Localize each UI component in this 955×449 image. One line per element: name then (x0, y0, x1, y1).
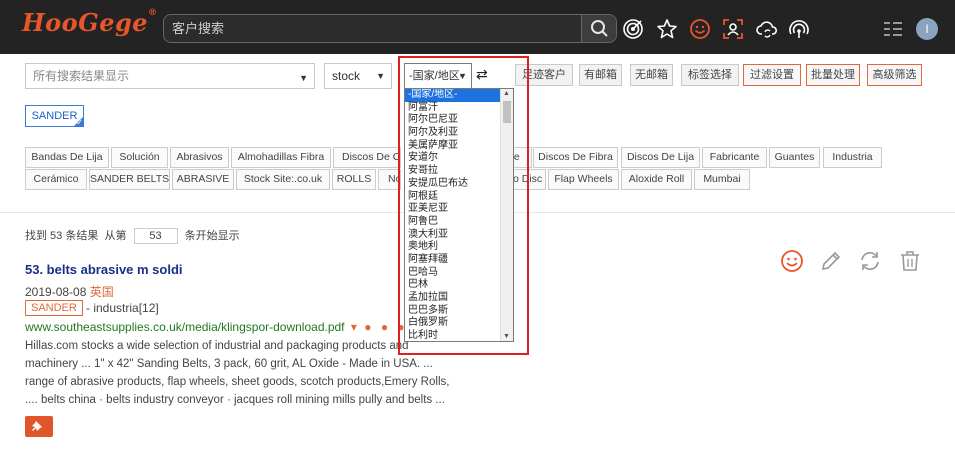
snippet-line: range of abrasive products, flap wheels,… (25, 376, 450, 388)
search-icon (591, 20, 608, 37)
stock-value: stock (332, 69, 361, 83)
keyword-chip[interactable]: ABRASIVE (172, 169, 234, 190)
avatar[interactable]: I (916, 18, 938, 40)
keyword-chip[interactable]: Abrasivos (170, 147, 229, 168)
result-display-value: 所有搜索结果显示 (33, 69, 130, 83)
snippet-line: Hillas.com stocks a wide selection of in… (25, 340, 409, 352)
result-date: 2019-08-08 英国 (25, 283, 114, 300)
result-title-link[interactable]: 53. belts abrasive m soldi (25, 262, 183, 277)
check-icon: ✓ (76, 118, 83, 127)
result-tag-category: - industria[12] (86, 301, 159, 315)
advanced-filter-button[interactable]: 高级筛选 (867, 64, 922, 86)
url-caret-icon[interactable]: ▾ (351, 320, 357, 334)
highlight-box (398, 56, 529, 355)
smiley-icon[interactable] (689, 18, 711, 40)
keyword-chip[interactable]: Almohadillas Fibra (231, 147, 331, 168)
search-input[interactable] (164, 15, 582, 42)
active-tag-label: SANDER (31, 110, 78, 122)
keyword-chip[interactable]: Discos De Fibra (533, 147, 618, 168)
signal-icon[interactable] (788, 18, 810, 40)
snippet-line: machinery ... 1" x 42" Sanding Belts, 3 … (25, 358, 433, 370)
top-bar: HooGege® 客户搜索 I (0, 0, 955, 54)
result-date-value: 2019-08-08 (25, 285, 87, 299)
chevron-down-icon: ▼ (376, 71, 385, 81)
refresh-icon[interactable] (858, 249, 882, 273)
result-snippet: Hillas.com stocks a wide selection of in… (25, 337, 455, 409)
start-display-label: 条开始显示 (184, 230, 240, 242)
smiley-icon[interactable] (780, 249, 804, 273)
result-display-select[interactable]: 所有搜索结果显示 ▼ (25, 63, 315, 89)
start-index-input[interactable]: 53 (133, 228, 178, 244)
result-url[interactable]: www.southeastsupplies.co.uk/media/klings… (25, 320, 408, 334)
logo[interactable]: HooGege® (22, 8, 158, 37)
keyword-chip[interactable]: Fabricante (702, 147, 767, 168)
cloud-sync-icon[interactable] (756, 18, 778, 40)
pin-button[interactable] (25, 416, 53, 437)
trash-icon[interactable] (898, 249, 922, 273)
stock-select[interactable]: stock ▼ (324, 63, 392, 89)
edit-icon[interactable] (819, 249, 843, 273)
keyword-chip[interactable]: Discos De Corte (333, 147, 401, 168)
keyword-chip[interactable]: SANDER BELTS (89, 169, 170, 190)
result-country: 英国 (89, 285, 114, 299)
star-icon[interactable] (656, 18, 678, 40)
filter-settings-button[interactable]: 过滤设置 (743, 64, 801, 86)
batch-process-button[interactable]: 批量处理 (806, 64, 860, 86)
keyword-chip[interactable]: Solución (111, 147, 168, 168)
pin-icon (32, 421, 42, 431)
face-scan-icon[interactable] (722, 18, 744, 40)
keyword-chip[interactable]: Guantes (769, 147, 820, 168)
result-url-link[interactable]: www.southeastsupplies.co.uk/media/klings… (25, 320, 345, 334)
chevron-down-icon: ▼ (299, 73, 308, 83)
active-tag-sander[interactable]: SANDER ✓ (25, 105, 84, 127)
target-icon[interactable] (622, 18, 644, 40)
no-email-button[interactable]: 无邮箱 (630, 64, 673, 86)
keyword-chip[interactable]: Discos De Lija (621, 147, 700, 168)
search-bar (163, 14, 617, 43)
keyword-chip[interactable]: Aloxide Roll (621, 169, 692, 190)
keyword-chip[interactable]: Flap Wheels (548, 169, 619, 190)
keyword-chip[interactable]: Industria (823, 147, 882, 168)
keyword-chip[interactable]: ROLLS (332, 169, 376, 190)
found-count-label: 找到 53 条结果 (25, 230, 99, 242)
snippet-line: .... belts china · belts industry convey… (25, 394, 445, 406)
keyword-chip[interactable]: Stock Site:.co.uk (236, 169, 330, 190)
menu-icon[interactable] (882, 18, 904, 40)
keyword-chip[interactable]: Bandas De Lija (25, 147, 109, 168)
result-tag[interactable]: SANDER (25, 300, 83, 316)
from-label: 从第 (104, 230, 127, 242)
has-email-button[interactable]: 有邮箱 (579, 64, 622, 86)
keyword-chip[interactable]: Cerámico (25, 169, 87, 190)
keyword-chip[interactable]: Mumbai (694, 169, 750, 190)
results-count: 找到 53 条结果 从第 53 条开始显示 (25, 227, 240, 244)
search-button[interactable] (581, 15, 616, 42)
tag-select-button[interactable]: 标签选择 (681, 64, 739, 86)
